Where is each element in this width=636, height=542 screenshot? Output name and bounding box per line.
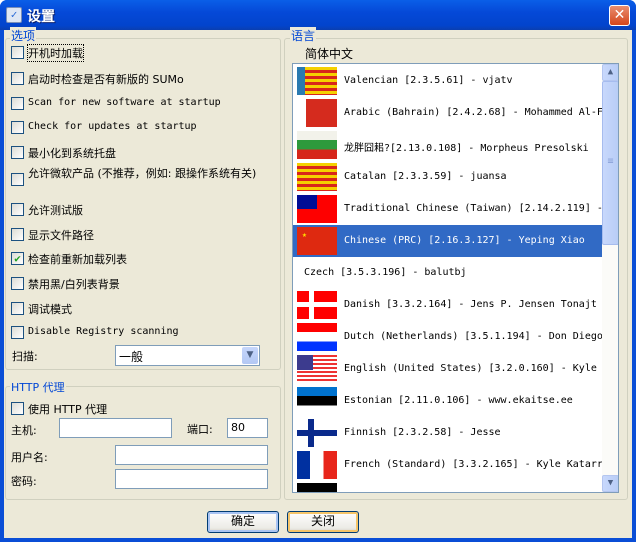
settings-window: ✓ 设置 ✕ 选项 开机时加载启动时检查是否有新版的 SUMo Scan for … (0, 0, 636, 542)
ok-button[interactable]: 确定 (207, 511, 279, 533)
password-input[interactable] (115, 469, 268, 489)
language-item[interactable]: Traditional Chinese (Taiwan) [2.14.2.119… (293, 193, 602, 225)
option-label: 禁用黑/白列表背景 (28, 278, 120, 291)
proxy-group-label: HTTP 代理 (10, 379, 66, 395)
language-item[interactable]: French (Standard) [3.3.2.165] - Kyle Kat… (293, 449, 602, 481)
language-item-label: 龙胖囧耜?[2.13.0.108] - Morpheus Presolski (344, 143, 589, 154)
close-button[interactable]: 关闭 (287, 511, 359, 533)
language-item-label: Chinese (PRC) [2.16.3.127] - Yeping Xiao (344, 235, 585, 246)
title-bar[interactable]: ✓ 设置 ✕ (0, 0, 636, 30)
language-item-label: English (United States) [3.2.0.160] - Ky… (344, 363, 597, 374)
host-input[interactable] (59, 418, 172, 438)
use-proxy-label: 使用 HTTP 代理 (28, 403, 108, 416)
language-list-scrollbar[interactable]: ▲ ≡ ▼ (602, 64, 618, 492)
option-label: 允许微软产品 (不推荐，例如: 跟操作系统有关) (28, 167, 257, 180)
scan-mode-select[interactable]: 一般 ▼ (115, 345, 260, 366)
language-item[interactable]: Danish [3.3.2.164] - Jens P. Jensen Tona… (293, 289, 602, 321)
host-label: 主机: (11, 424, 37, 437)
option-checkbox[interactable] (11, 173, 24, 186)
language-item-label: French (Standard) [3.3.2.165] - Kyle Kat… (344, 459, 602, 470)
option-label: 检查前重新加载列表 (28, 253, 127, 266)
language-item[interactable]: Finnish [2.3.2.58] - Jesse (293, 417, 602, 449)
language-item[interactable]: Arabic (Bahrain) [2.4.2.68] - Mohammed A… (293, 97, 602, 129)
language-item[interactable]: English (United States) [3.2.0.160] - Ky… (293, 353, 602, 385)
current-language: 简体中文 (305, 47, 354, 61)
option-checkbox[interactable] (11, 97, 24, 110)
china-flag-icon: ★ (297, 227, 337, 255)
language-item[interactable]: Dutch (Netherlands) [3.5.1.194] - Don Di… (293, 321, 602, 353)
option-checkbox[interactable] (11, 46, 24, 59)
denmark-flag-icon (297, 291, 337, 319)
option-checkbox[interactable] (11, 146, 24, 159)
port-label: 端口: (187, 423, 213, 436)
language-item-label: Catalan [2.3.3.59] - juansa (344, 171, 507, 182)
scan-mode-value: 一般 (119, 350, 144, 364)
use-proxy-checkbox[interactable] (11, 402, 24, 415)
option-label: 允许测试版 (28, 204, 83, 217)
usa-flag-icon (297, 355, 337, 383)
close-icon[interactable]: ✕ (609, 5, 630, 26)
language-item-label: Czech [3.5.3.196] - balutbj (304, 267, 467, 278)
taiwan-flag-icon (297, 195, 337, 223)
port-input[interactable]: 80 (227, 418, 268, 438)
netherlands-flag-icon (297, 323, 337, 351)
username-label: 用户名: (11, 451, 48, 464)
bulgaria-flag-icon (297, 131, 337, 159)
scan-label: 扫描: (12, 350, 38, 363)
language-item[interactable]: Estonian [2.11.0.106] - www.ekaitse.ee (293, 385, 602, 417)
settings-checkbox-icon: ✓ (6, 7, 22, 23)
option-checkbox[interactable] (11, 203, 24, 216)
option-label: Disable Registry scanning (28, 326, 179, 337)
language-item-label: Valencian [2.3.5.61] - vjatv (344, 75, 513, 86)
catalonia-flag-icon (297, 163, 337, 191)
password-label: 密码: (11, 475, 37, 488)
scroll-down-icon[interactable]: ▼ (602, 475, 618, 492)
option-checkbox[interactable]: ✔ (11, 252, 24, 265)
option-label: 显示文件路径 (28, 229, 94, 242)
scroll-up-icon[interactable]: ▲ (602, 64, 618, 81)
language-item[interactable]: Czech [3.5.3.196] - balutbj (293, 257, 602, 289)
language-item-label: Dutch (Netherlands) [3.5.1.194] - Don Di… (344, 331, 602, 342)
estonia-flag-icon (297, 387, 337, 415)
france-flag-icon (297, 451, 337, 479)
option-checkbox[interactable] (11, 228, 24, 241)
language-item[interactable]: Valencian [2.3.5.61] - vjatv (293, 65, 602, 97)
chevron-down-icon[interactable]: ▼ (242, 347, 258, 364)
option-label: Scan for new software at startup (28, 97, 221, 108)
language-item[interactable]: Catalan [2.3.3.59] - juansa (293, 161, 602, 193)
bahrain-flag-icon (297, 99, 337, 127)
language-item-label: Arabic (Bahrain) [2.4.2.68] - Mohammed A… (344, 107, 602, 118)
option-checkbox[interactable] (11, 302, 24, 315)
option-label: 开机时加载 (27, 44, 84, 62)
language-item[interactable] (293, 481, 602, 492)
valencia-flag-icon (297, 67, 337, 95)
option-label: Check for updates at startup (28, 121, 197, 132)
language-item-label: Traditional Chinese (Taiwan) [2.14.2.119… (344, 203, 602, 214)
option-checkbox[interactable] (11, 277, 24, 290)
language-item-label: Danish [3.3.2.164] - Jens P. Jensen Tona… (344, 299, 597, 310)
option-checkbox[interactable] (11, 121, 24, 134)
option-label: 调试模式 (28, 303, 72, 316)
language-item-label: Estonian [2.11.0.106] - www.ekaitse.ee (344, 395, 573, 406)
window-title: 设置 (27, 9, 55, 25)
scrollbar-thumb[interactable]: ≡ (602, 81, 618, 245)
option-checkbox[interactable] (11, 72, 24, 85)
language-item[interactable]: ★ Chinese (PRC) [2.16.3.127] - Yeping Xia… (293, 225, 602, 257)
germany-flag-icon (297, 483, 337, 492)
dialog-body: 选项 开机时加载启动时检查是否有新版的 SUMo Scan for new sof… (4, 27, 632, 538)
language-item[interactable]: 龙胖囧耜?[2.13.0.108] - Morpheus Presolski (293, 129, 602, 161)
username-input[interactable] (115, 445, 268, 465)
option-checkbox[interactable] (11, 326, 24, 339)
options-group-label: 选项 (10, 27, 37, 44)
finland-flag-icon (297, 419, 337, 447)
language-group-label: 语言 (290, 27, 317, 44)
option-label: 启动时检查是否有新版的 SUMo (28, 73, 184, 86)
language-item-label: Finnish [2.3.2.58] - Jesse (344, 427, 501, 438)
language-list[interactable]: Valencian [2.3.5.61] - vjatv Arabic (Bahr… (292, 63, 619, 493)
option-label: 最小化到系统托盘 (28, 147, 116, 160)
